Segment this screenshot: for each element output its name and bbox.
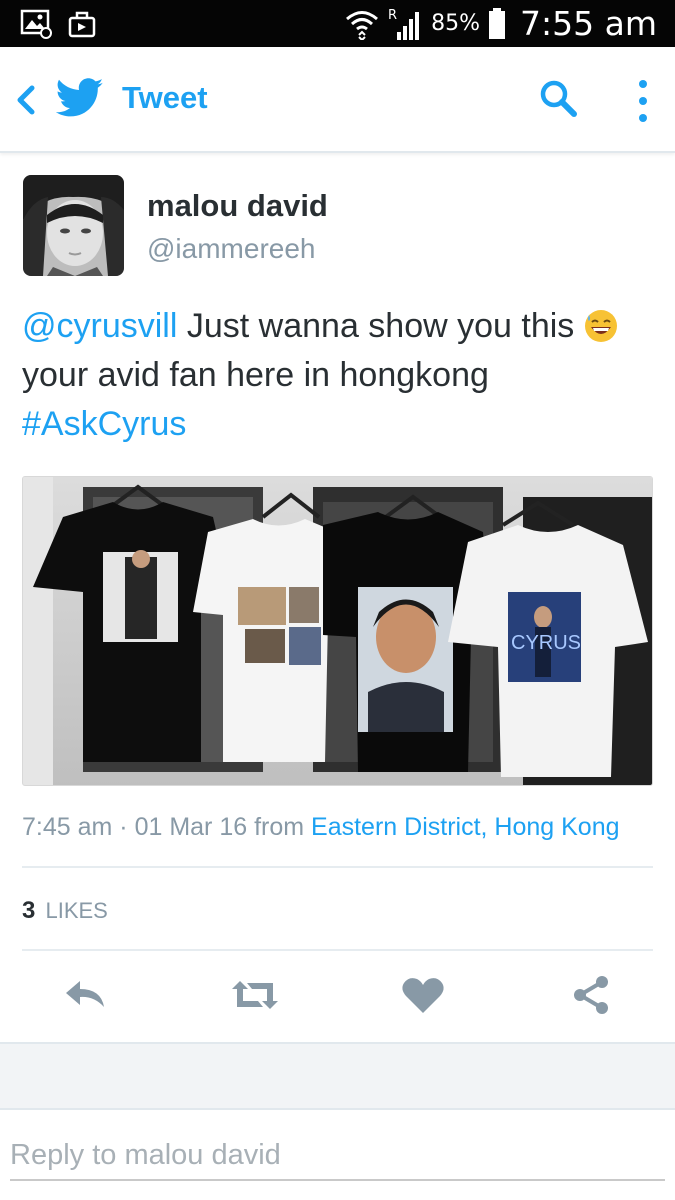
reply-icon[interactable] bbox=[62, 975, 108, 1015]
tweet-time: 7:45 am bbox=[22, 813, 113, 841]
gallery-notification-icon bbox=[20, 9, 52, 39]
hashtag-link[interactable]: #AskCyrus bbox=[22, 405, 186, 443]
battery-icon bbox=[489, 7, 506, 39]
battery-percentage: 85% bbox=[431, 11, 481, 36]
tweet-text-part2: your avid fan here in hongkong bbox=[22, 356, 489, 394]
likes-summary[interactable]: 3 LIKES bbox=[22, 897, 108, 925]
svg-text:R: R bbox=[388, 8, 397, 23]
share-icon[interactable] bbox=[569, 975, 615, 1015]
download-notification-icon bbox=[68, 11, 96, 38]
search-icon[interactable] bbox=[537, 77, 581, 121]
twitter-bird-icon bbox=[56, 78, 104, 117]
location-link[interactable]: Eastern District, Hong Kong bbox=[311, 813, 619, 841]
meta-separator: · bbox=[112, 813, 135, 841]
tweet-meta: 7:45 am · 01 Mar 16 from Eastern Distric… bbox=[22, 813, 620, 842]
reply-input[interactable] bbox=[10, 1131, 665, 1181]
notification-icons bbox=[20, 9, 96, 39]
clock: 7:55 am bbox=[520, 4, 657, 43]
more-vert-icon[interactable] bbox=[628, 77, 658, 125]
tweet-date: 01 Mar 16 bbox=[134, 813, 248, 841]
wifi-icon bbox=[346, 10, 379, 40]
likes-count: 3 bbox=[22, 897, 36, 924]
page-title: Tweet bbox=[122, 80, 208, 115]
from-label: from bbox=[247, 813, 312, 841]
retweet-icon[interactable] bbox=[230, 975, 280, 1015]
tweet-media-image[interactable]: CYRUS bbox=[22, 476, 653, 786]
signal-icon: R bbox=[388, 8, 420, 40]
divider bbox=[22, 949, 653, 951]
author-display-name[interactable]: malou david bbox=[147, 188, 328, 224]
like-icon[interactable] bbox=[400, 975, 446, 1015]
status-bar: R 85% 7:55 am bbox=[0, 0, 675, 47]
back-chevron-icon[interactable] bbox=[12, 83, 38, 117]
shirt-print-text: CYRUS bbox=[511, 632, 581, 654]
app-bar: Tweet bbox=[0, 47, 675, 153]
avatar[interactable] bbox=[23, 175, 124, 276]
divider bbox=[22, 866, 653, 868]
separator-band bbox=[0, 1042, 675, 1110]
author-handle[interactable]: @iammereeh bbox=[147, 233, 315, 265]
tweet-text-part1: Just wanna show you this bbox=[177, 307, 584, 345]
sweat-smile-emoji-icon bbox=[584, 310, 617, 342]
mention-link[interactable]: @cyrusvill bbox=[22, 307, 177, 345]
tweet-text: @cyrusvill Just wanna show you this your… bbox=[22, 302, 652, 449]
system-status: R 85% 7:55 am bbox=[345, 0, 657, 47]
likes-label: LIKES bbox=[45, 898, 108, 923]
